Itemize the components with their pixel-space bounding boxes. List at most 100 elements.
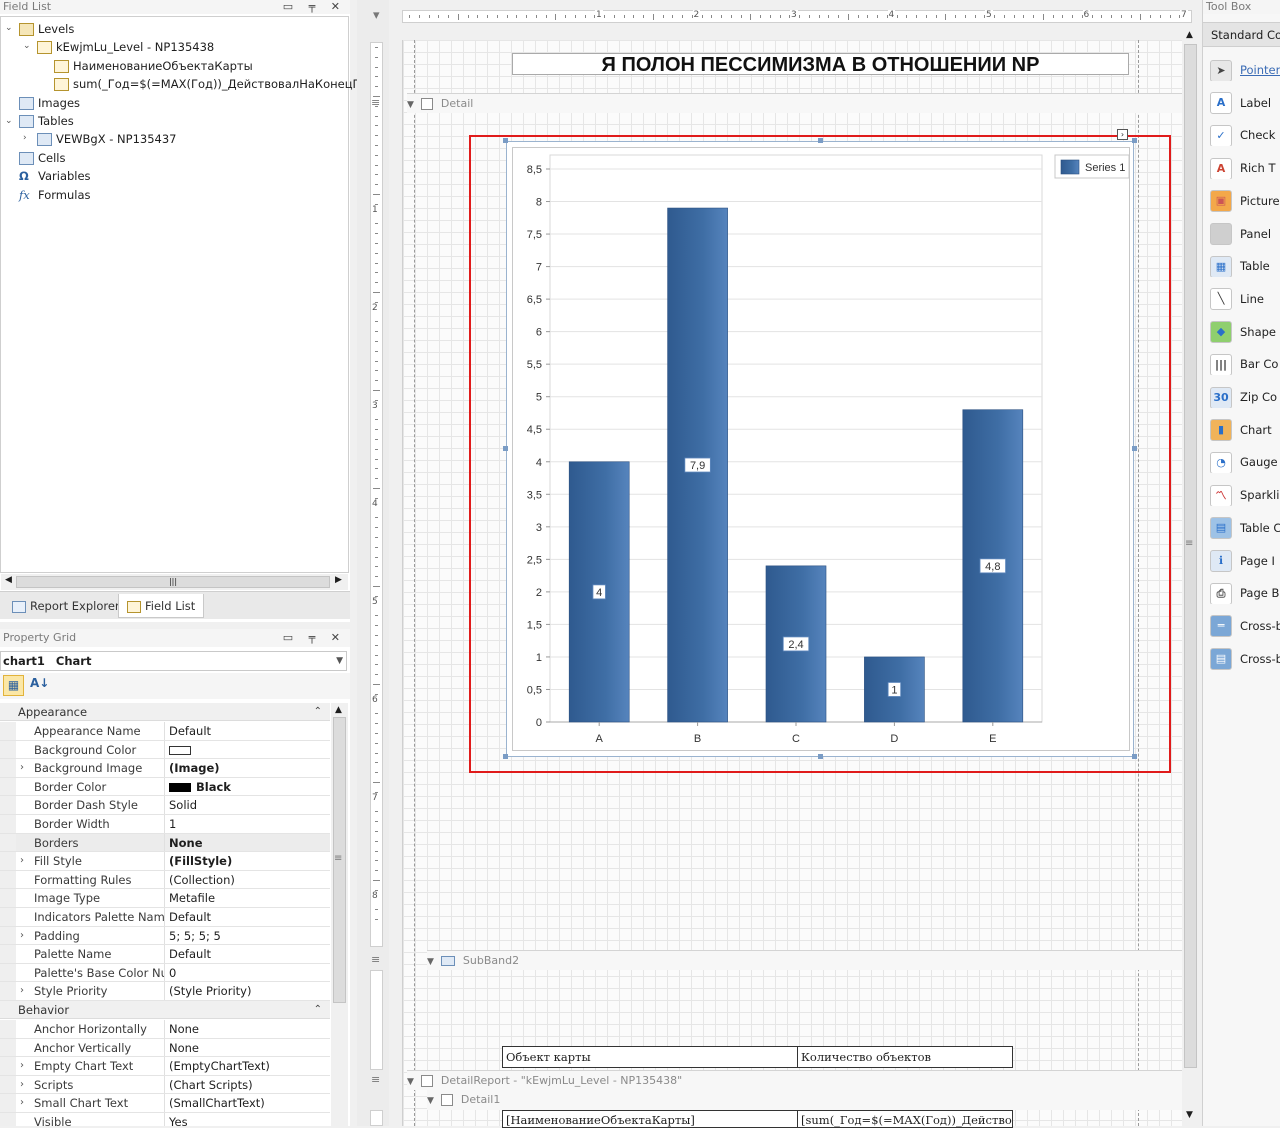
- property-row[interactable]: Borders None: [0, 833, 330, 853]
- collapse-up-icon[interactable]: ⌃: [314, 703, 322, 721]
- table-header-cell-count[interactable]: Количество объектов: [797, 1046, 1013, 1068]
- property-value[interactable]: Default: [169, 945, 329, 963]
- property-row[interactable]: Border Color Black: [0, 777, 330, 797]
- expand-chevron-icon[interactable]: ›: [20, 759, 24, 777]
- designer-vertical-scrollbar[interactable]: ▲ ≡ ▼: [1182, 28, 1199, 1126]
- resize-handle[interactable]: [1132, 446, 1137, 451]
- toolbox-item[interactable]: ▣ Picture: [1210, 190, 1280, 212]
- expand-chevron-icon[interactable]: ›: [20, 927, 24, 945]
- toolbox-item[interactable]: A Label: [1210, 92, 1280, 114]
- table-data-cell-count[interactable]: [sum(_Год=$(=MAX(Год))_Действо: [797, 1110, 1013, 1128]
- property-value[interactable]: (EmptyChartText): [169, 1057, 329, 1075]
- panel-buttons[interactable]: ▭ ╤ ✕: [283, 0, 346, 13]
- toolbox-item[interactable]: ℹ Page I: [1210, 550, 1280, 572]
- band-collapse-icon[interactable]: ▼: [427, 1096, 434, 1106]
- tree-item-images[interactable]: Images: [19, 94, 80, 112]
- band-collapse-icon[interactable]: ▼: [407, 100, 414, 110]
- property-row[interactable]: › Empty Chart Text (EmptyChartText): [0, 1057, 330, 1076]
- band-splitter-icon[interactable]: ≡: [371, 96, 380, 109]
- scrollbar-thumb[interactable]: |||: [16, 576, 330, 588]
- toolbox-item[interactable]: ═ Cross-b: [1210, 615, 1280, 637]
- collapse-chevron-icon[interactable]: ›: [23, 133, 27, 143]
- resize-handle[interactable]: [503, 446, 508, 451]
- band-splitter-icon[interactable]: ≡: [371, 1073, 380, 1086]
- scroll-right-icon[interactable]: ▶: [335, 575, 342, 585]
- property-value[interactable]: [169, 741, 329, 759]
- property-row[interactable]: Formatting Rules (Collection): [0, 870, 330, 890]
- tree-item-field-sum[interactable]: sum(_Год=$(=MAX(Год))_ДействовалНаКонецГ…: [54, 75, 386, 93]
- toolbox-item[interactable]: ▤ Cross-b: [1210, 648, 1280, 670]
- expand-chevron-icon[interactable]: ⌄: [5, 116, 13, 126]
- tree-item-field-name[interactable]: НаименованиеОбъектаКарты: [54, 57, 253, 75]
- property-value[interactable]: Metafile: [169, 889, 329, 907]
- property-value[interactable]: 5; 5; 5; 5: [169, 927, 329, 945]
- object-selector[interactable]: chart1 Chart ▼: [0, 651, 347, 671]
- panel-buttons[interactable]: ▭ ╤ ✕: [283, 629, 346, 647]
- band-collapse-icon[interactable]: ▼: [427, 957, 434, 967]
- band-detail[interactable]: ▼ Detail: [407, 93, 1187, 113]
- resize-handle[interactable]: [1132, 754, 1137, 759]
- alphabetical-icon[interactable]: A↓: [30, 676, 49, 690]
- table-data-cell-object[interactable]: [НаименованиеОбъектаКарты]: [502, 1110, 798, 1128]
- scroll-left-icon[interactable]: ◀: [5, 575, 12, 585]
- property-row[interactable]: › Fill Style (FillStyle): [0, 852, 330, 871]
- property-row[interactable]: › Style Priority (Style Priority): [0, 982, 330, 1001]
- dropdown-arrow-icon[interactable]: ▼: [336, 652, 343, 670]
- expand-chevron-icon[interactable]: ⌄: [5, 23, 13, 33]
- property-value[interactable]: (FillStyle): [169, 852, 329, 870]
- tree-item-levels[interactable]: Levels: [19, 20, 74, 38]
- toolbox-item[interactable]: ▮ Chart: [1210, 419, 1280, 441]
- toolbox-item[interactable]: 30 Zip Co: [1210, 386, 1280, 408]
- property-value[interactable]: (SmallChartText): [169, 1094, 329, 1112]
- property-row[interactable]: Image Type Metafile: [0, 889, 330, 908]
- expand-chevron-icon[interactable]: ›: [20, 982, 24, 1000]
- property-row[interactable]: Palette's Base Color Number 0: [0, 963, 330, 983]
- scroll-up-icon[interactable]: ▲: [335, 705, 342, 715]
- report-title-label[interactable]: Я ПОЛОН ПЕССИМИЗМА В ОТНОШЕНИИ NP: [512, 53, 1129, 76]
- tree-item-level[interactable]: kEwjmLu_Level - NP135438: [37, 38, 214, 56]
- property-row[interactable]: Border Dash Style Solid: [0, 796, 330, 815]
- property-value[interactable]: None: [169, 1020, 329, 1038]
- scroll-up-icon[interactable]: ▲: [1186, 30, 1193, 40]
- resize-handle[interactable]: [503, 138, 508, 143]
- toolbox-item[interactable]: ╲ Line: [1210, 288, 1280, 310]
- toolbox-item[interactable]: A Rich T: [1210, 157, 1280, 180]
- tab-report-explorer[interactable]: Report Explorer: [4, 594, 128, 618]
- toolbox-item[interactable]: 〽 Sparkli: [1210, 484, 1280, 507]
- property-row[interactable]: › Scripts (Chart Scripts): [0, 1075, 330, 1095]
- property-value[interactable]: (Chart Scripts): [169, 1076, 329, 1094]
- expand-chevron-icon[interactable]: ⌄: [23, 41, 31, 51]
- band-subband2[interactable]: ▼ SubBand2: [427, 950, 1187, 970]
- tree-item-formulas[interactable]: fx Formulas: [19, 186, 91, 204]
- expand-chevron-icon[interactable]: ›: [20, 1076, 24, 1094]
- toolbox-item[interactable]: ⎙ Page B: [1210, 582, 1280, 605]
- property-category[interactable]: Behavior ⌃: [0, 1001, 330, 1019]
- toolbox-item[interactable]: ▤ Table C: [1210, 517, 1280, 539]
- tree-item-cells[interactable]: Cells: [19, 149, 66, 167]
- toolbox-item[interactable]: ◆ Shape: [1210, 321, 1280, 343]
- property-row[interactable]: Background Color: [0, 740, 330, 760]
- property-row[interactable]: Appearance Name Default: [0, 722, 330, 741]
- property-value[interactable]: Yes: [169, 1113, 329, 1126]
- expand-chevron-icon[interactable]: ›: [20, 852, 24, 870]
- property-row[interactable]: Anchor Horizontally None: [0, 1020, 330, 1039]
- band-splitter-icon[interactable]: ≡: [371, 953, 380, 966]
- toolbox-item[interactable]: ➤ Pointer: [1210, 59, 1280, 81]
- smart-tag-icon[interactable]: ›: [1117, 129, 1128, 140]
- expand-chevron-icon[interactable]: ›: [20, 1057, 24, 1075]
- scroll-down-icon[interactable]: ▼: [1186, 1110, 1193, 1120]
- resize-handle[interactable]: [1132, 138, 1137, 143]
- property-row[interactable]: Palette Name Default: [0, 945, 330, 964]
- expand-chevron-icon[interactable]: ›: [20, 1094, 24, 1112]
- resize-handle[interactable]: [503, 754, 508, 759]
- tree-item-tables[interactable]: Tables: [19, 112, 74, 130]
- property-row[interactable]: Visible Yes: [0, 1113, 330, 1126]
- tab-field-list[interactable]: Field List: [118, 594, 205, 618]
- band-collapse-icon[interactable]: ▼: [407, 1077, 414, 1087]
- property-row[interactable]: Border Width 1: [0, 815, 330, 834]
- property-category[interactable]: Appearance ⌃: [0, 703, 330, 721]
- categorized-icon[interactable]: ▦: [3, 675, 24, 696]
- property-value[interactable]: (Style Priority): [169, 982, 329, 1000]
- scrollbar-thumb[interactable]: [1184, 44, 1197, 1068]
- resize-handle[interactable]: [818, 754, 823, 759]
